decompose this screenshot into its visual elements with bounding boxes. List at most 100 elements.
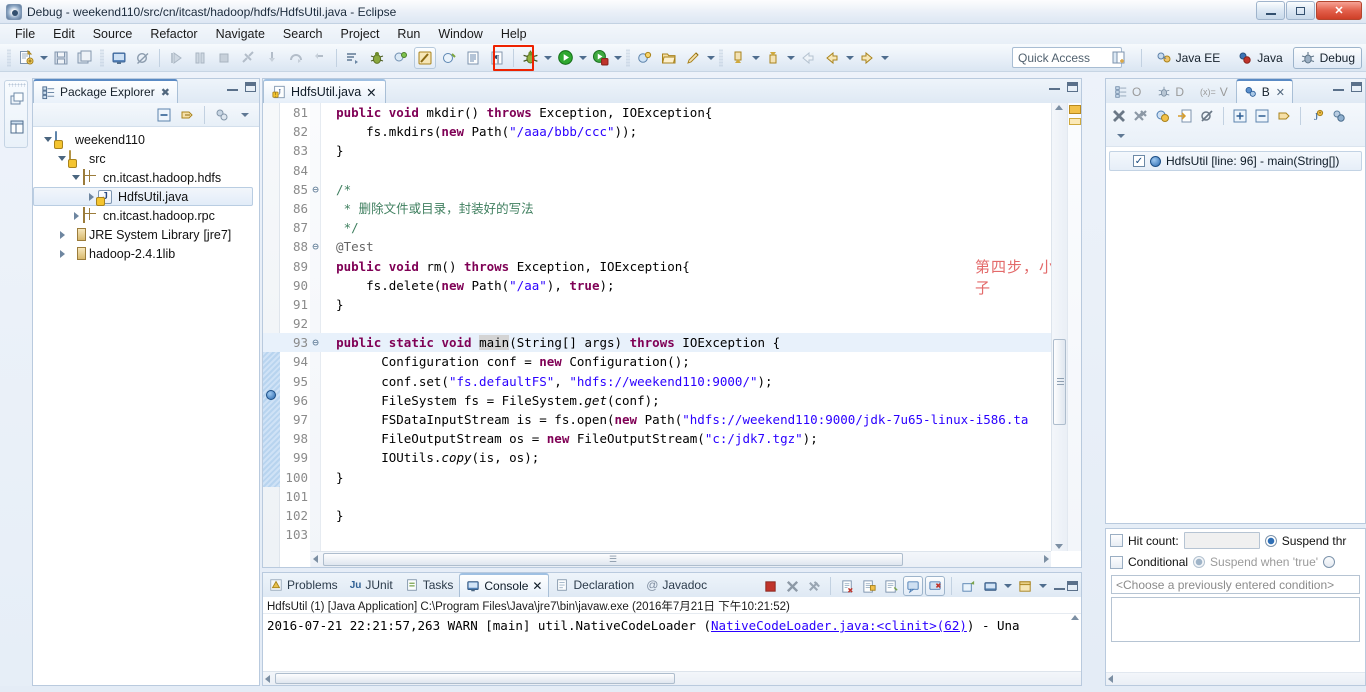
back-dropdown-icon[interactable] <box>844 47 855 69</box>
code-line[interactable]: 87 */ <box>263 218 1081 237</box>
fold-toggle-icon[interactable]: ⊖ <box>310 237 321 256</box>
properties-horizontal-scrollbar[interactable] <box>1106 672 1365 685</box>
edit-dropdown-icon[interactable] <box>705 47 716 69</box>
props-scroll-left-arrow-icon[interactable] <box>1108 675 1113 683</box>
menu-file[interactable]: File <box>6 25 44 43</box>
previous-annotation-dropdown-icon[interactable] <box>750 47 761 69</box>
condition-input[interactable]: <Choose a previously entered condition> <box>1111 575 1360 594</box>
code-line[interactable]: 83 } <box>263 141 1081 160</box>
menu-project[interactable]: Project <box>332 25 389 43</box>
menu-edit[interactable]: Edit <box>44 25 84 43</box>
suspend-when-changes-radio[interactable] <box>1323 556 1336 568</box>
tree-item-src[interactable]: src <box>33 149 259 168</box>
run-coverage-dropdown-icon[interactable] <box>612 47 623 69</box>
expand-all-icon[interactable] <box>1230 106 1250 126</box>
code-line[interactable]: 94 Configuration conf = new Configuratio… <box>263 352 1081 371</box>
minimize-button[interactable] <box>1256 1 1285 20</box>
overview-warning-marker[interactable] <box>1069 105 1081 114</box>
tab-tasks[interactable]: Tasks <box>399 573 460 597</box>
pin-console-icon[interactable] <box>903 576 923 596</box>
maximize-view-icon[interactable] <box>1351 82 1362 92</box>
open-type-icon[interactable] <box>342 47 364 69</box>
forward-dropdown-icon[interactable] <box>879 47 890 69</box>
new-java-project-icon[interactable] <box>390 47 412 69</box>
minimize-view-icon[interactable] <box>1333 83 1344 92</box>
code-line[interactable]: 96 FileSystem fs = FileSystem.get(conf); <box>263 391 1081 410</box>
pilcrow-icon[interactable]: ¶ <box>486 47 508 69</box>
breakpoint-list-item[interactable]: ✓ HdfsUtil [line: 96] - main(String[]) <box>1109 151 1362 171</box>
menu-window[interactable]: Window <box>429 25 491 43</box>
tab-outline[interactable]: O <box>1106 79 1149 103</box>
console-horizontal-scrollbar[interactable] <box>263 671 1081 685</box>
clear-console-icon[interactable] <box>837 576 857 596</box>
toolbar-grip-3[interactable] <box>626 48 630 67</box>
scroll-up-arrow-icon[interactable] <box>1055 105 1063 110</box>
code-line[interactable]: 97 FSDataInputStream is = fs.open(new Pa… <box>263 410 1081 429</box>
breakpoint-enabled-checkbox[interactable]: ✓ <box>1133 155 1145 167</box>
tab-problems[interactable]: Problems <box>263 573 344 597</box>
maximize-console-icon[interactable] <box>1067 581 1078 591</box>
previous-annotation-icon[interactable] <box>727 47 749 69</box>
edit-pencil-icon[interactable] <box>682 47 704 69</box>
go-to-file-for-breakpoint-icon[interactable] <box>1175 106 1195 126</box>
new-package-icon[interactable] <box>634 47 656 69</box>
focus-on-active-task-icon[interactable] <box>212 105 232 125</box>
tab-package-explorer[interactable]: Package Explorer ✖ <box>33 79 178 103</box>
menu-source[interactable]: Source <box>84 25 142 43</box>
fast-view-grip[interactable] <box>8 83 26 87</box>
package-explorer-fast-view-icon[interactable] <box>9 119 25 135</box>
tab-declaration[interactable]: Declaration <box>549 573 640 597</box>
console-hscroll-thumb[interactable] <box>275 673 675 684</box>
code-line[interactable]: 92 <box>263 314 1081 333</box>
scroll-left-arrow-icon[interactable] <box>313 555 318 563</box>
condition-editor-area[interactable] <box>1111 597 1360 642</box>
conditional-checkbox[interactable] <box>1110 555 1123 569</box>
code-line[interactable]: 98 FileOutputStream os = new FileOutputS… <box>263 429 1081 448</box>
close-icon[interactable]: ✕ <box>366 85 376 100</box>
show-breakpoints-supported-icon[interactable] <box>1153 106 1173 126</box>
tree-item-cn-itcast-hadoop-rpc[interactable]: cn.itcast.hadoop.rpc <box>33 206 259 225</box>
minimize-console-icon[interactable] <box>1054 582 1065 591</box>
debug-dropdown-icon[interactable] <box>542 47 553 69</box>
suspend-thread-radio[interactable] <box>1264 534 1277 547</box>
console-scroll-left-arrow-icon[interactable] <box>265 675 270 683</box>
maximize-editor-icon[interactable] <box>1067 82 1078 92</box>
tree-item-jre-system-library[interactable]: JRE System Library [jre7] <box>33 225 259 244</box>
editor-vertical-scrollbar[interactable] <box>1051 103 1067 551</box>
display-selected-console-icon[interactable] <box>980 576 1000 596</box>
back-history-icon[interactable] <box>821 47 843 69</box>
minimize-editor-icon[interactable] <box>1049 82 1060 91</box>
editor-overview-ruler[interactable] <box>1067 103 1081 551</box>
skip-all-breakpoints-icon[interactable] <box>1197 106 1217 126</box>
code-line[interactable]: 82 fs.mkdirs(new Path("/aaa/bbb/ccc")); <box>263 122 1081 141</box>
fold-toggle-icon[interactable]: ⊖ <box>310 333 321 352</box>
code-line[interactable]: 103 <box>263 525 1081 544</box>
console-scroll-up-arrow-icon[interactable] <box>1071 615 1079 620</box>
tab-console[interactable]: Console ✕ <box>459 573 550 597</box>
tab-javadoc[interactable]: @ Javadoc <box>640 573 713 597</box>
code-line[interactable]: 101 <box>263 487 1081 506</box>
code-line[interactable]: 93 ⊖ public static void main(String[] arg… <box>263 333 1081 353</box>
next-annotation-icon[interactable] <box>762 47 784 69</box>
twisty-open-icon[interactable] <box>41 133 55 147</box>
code-line[interactable]: 86 * 删除文件或目录，封装好的写法 <box>263 199 1081 218</box>
hit-count-input[interactable] <box>1183 532 1260 549</box>
twisty-open-icon[interactable] <box>69 171 83 185</box>
code-area[interactable]: 81 public void mkdir() throws Exception,… <box>263 103 1081 567</box>
code-line[interactable]: 90 fs.delete(new Path("/aa"), true); <box>263 276 1081 295</box>
code-line[interactable]: 81 public void mkdir() throws Exception,… <box>263 103 1081 122</box>
tab-variables[interactable]: (x)= V <box>1192 79 1236 103</box>
editor-scroll-thumb[interactable] <box>1053 339 1066 425</box>
collapse-all-icon[interactable] <box>154 105 174 125</box>
perspective-debug[interactable]: Debug <box>1292 47 1362 69</box>
code-line[interactable]: 102 } <box>263 506 1081 525</box>
tab-breakpoints[interactable]: B ✕ <box>1235 79 1294 103</box>
code-line[interactable]: 91 } <box>263 295 1081 314</box>
scroll-down-arrow-icon[interactable] <box>1055 544 1063 549</box>
code-line[interactable]: 95 conf.set("fs.defaultFS", "hdfs://week… <box>263 372 1081 391</box>
code-lines[interactable]: 81 public void mkdir() throws Exception,… <box>263 103 1081 567</box>
close-console-icon[interactable] <box>925 576 945 596</box>
run-button[interactable] <box>554 47 576 69</box>
maximize-button[interactable] <box>1286 1 1315 20</box>
view-menu-icon[interactable] <box>1111 126 1131 146</box>
